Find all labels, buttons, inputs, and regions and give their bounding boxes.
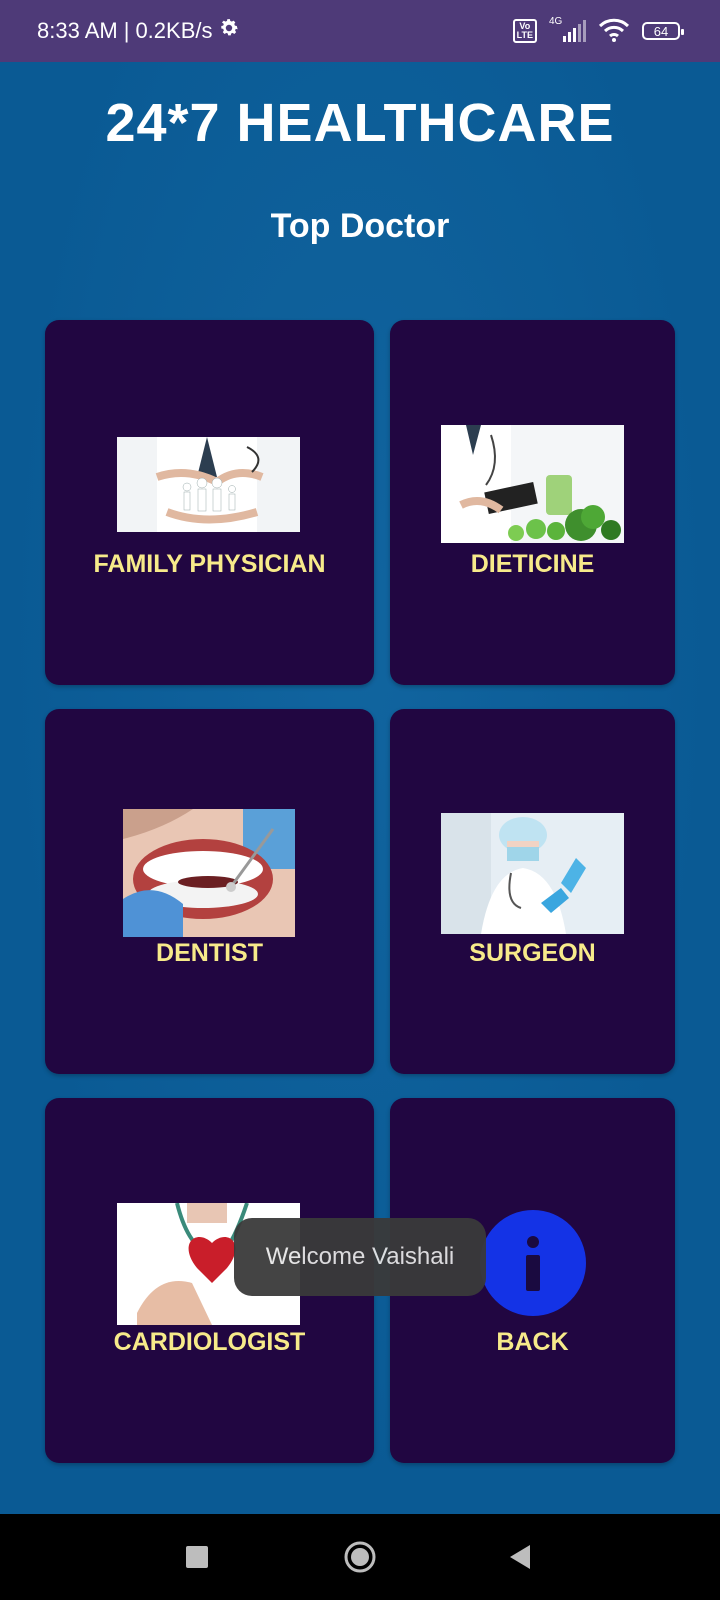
toast-message: Welcome Vaishali: [234, 1218, 486, 1296]
back-triangle-icon[interactable]: [480, 1514, 560, 1600]
card-dentist[interactable]: DENTIST: [45, 709, 374, 1074]
status-right: Vo LTE 4G 64: [512, 0, 684, 62]
app-content: 24*7 HEALTHCARE Top Doctor FAMILY PHYSIC…: [0, 62, 720, 1514]
gear-icon: [218, 17, 240, 45]
info-icon[interactable]: [480, 1210, 586, 1316]
signal-icon: 4G: [549, 16, 586, 42]
card-dietician[interactable]: DIETICINE: [390, 320, 675, 685]
card-label-cardiologist: CARDIOLOGIST: [113, 1328, 306, 1356]
dietician-image: [441, 425, 624, 543]
status-speed: 0.2KB/s: [135, 18, 213, 43]
app-title: 24*7 HEALTHCARE: [105, 93, 615, 153]
navigation-bar: [0, 1514, 720, 1600]
card-surgeon[interactable]: SURGEON: [390, 709, 675, 1074]
family-physician-image: [117, 437, 300, 532]
status-time: 8:33 AM: [37, 18, 118, 43]
volte-icon: Vo LTE: [512, 19, 537, 43]
battery-icon: 64: [642, 22, 684, 40]
status-separator: |: [123, 18, 130, 43]
card-family-physician[interactable]: FAMILY PHYSICIAN: [45, 320, 374, 685]
status-bar: 8:33 AM | 0.2KB/s Vo LTE 4G 64: [0, 0, 720, 62]
card-label-surgeon: SURGEON: [469, 939, 596, 967]
recents-square-icon[interactable]: [157, 1514, 237, 1600]
surgeon-image: [441, 813, 624, 934]
card-label-back: BACK: [496, 1328, 569, 1356]
card-label-dietician: DIETICINE: [470, 550, 595, 578]
battery-level: 64: [653, 23, 669, 39]
card-label-dentist: DENTIST: [156, 939, 263, 967]
home-circle-icon[interactable]: [320, 1514, 400, 1600]
dentist-image: [123, 809, 295, 937]
status-left: 8:33 AM | 0.2KB/s: [37, 0, 240, 62]
page-subtitle: Top Doctor: [270, 207, 450, 245]
network-type: 4G: [549, 16, 563, 27]
wifi-icon: [598, 18, 630, 45]
card-label-family-physician: FAMILY PHYSICIAN: [93, 550, 326, 578]
